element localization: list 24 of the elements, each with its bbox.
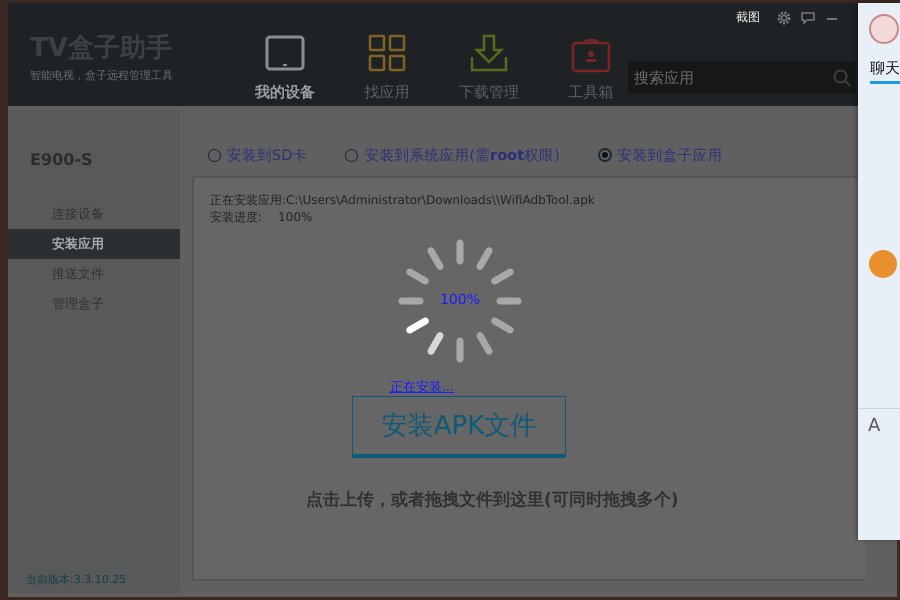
chat-tab[interactable]: 聊天 xyxy=(870,58,900,84)
app-tagline: 智能电视，盒子远程管理工具 xyxy=(30,68,174,83)
search-field[interactable]: 搜索应用 xyxy=(628,61,856,94)
install-file-path: 正在安装应用:C:\Users\Administrator\Downloads\\WifiAdbTool.apk xyxy=(210,192,596,209)
progress-label: 安装进度: xyxy=(210,209,262,226)
version-label: 当前版本:3.3.10.25 xyxy=(25,572,128,588)
progress-value: 100% xyxy=(278,209,312,226)
nav-tab[interactable]: 下载管理 xyxy=(438,3,540,106)
avatar[interactable] xyxy=(869,14,899,44)
tablet-icon xyxy=(265,33,305,73)
download-icon xyxy=(469,33,509,73)
speech-bubble-icon[interactable] xyxy=(800,10,816,26)
avatar[interactable] xyxy=(869,250,897,278)
install-apk-button[interactable]: 安装APK文件 xyxy=(352,396,566,458)
installing-caption: 正在安装... xyxy=(390,379,454,396)
sidebar-item[interactable]: 安装应用 xyxy=(8,229,180,259)
search-icon xyxy=(833,69,851,87)
settings-icon[interactable] xyxy=(776,10,792,26)
font-tool[interactable]: A xyxy=(858,408,900,436)
spinner-percent: 100% xyxy=(438,292,482,308)
grid-icon xyxy=(367,33,407,73)
screenshot-button[interactable]: 截图 xyxy=(736,9,760,26)
nav-tab[interactable]: 我的设备 xyxy=(234,3,336,106)
nav-tab[interactable]: 找应用 xyxy=(336,3,438,106)
